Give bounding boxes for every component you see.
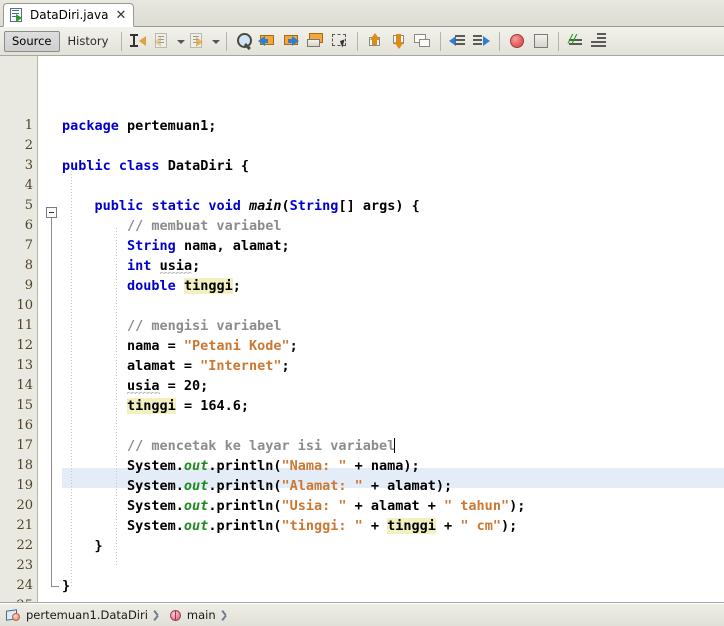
fold-toggle-line-5[interactable] bbox=[46, 207, 57, 218]
code-editor[interactable]: 1 2 3 4 5 6 7 8 9 10 11 12 13 14 15 16 1… bbox=[0, 56, 724, 603]
chevron-right-icon bbox=[153, 609, 164, 622]
code-line-5[interactable]: public static void main(String[] args) { bbox=[62, 196, 724, 216]
breadcrumb-class-label: pertemuan1.DataDiri bbox=[26, 608, 148, 622]
code-line-18[interactable]: System.out.println("Nama: " + nama); bbox=[62, 456, 724, 476]
back-navigation-icon[interactable] bbox=[152, 30, 174, 52]
breadcrumb-item-class[interactable]: pertemuan1.DataDiri bbox=[6, 608, 148, 622]
line-number: 17 bbox=[16, 438, 33, 453]
line-number: 10 bbox=[16, 298, 33, 313]
toolbar-separator bbox=[226, 31, 228, 51]
toolbar-separator bbox=[558, 31, 560, 51]
editor-tab-datadiri-java[interactable]: DataDiri.java ✕ bbox=[3, 3, 135, 27]
editor-tab-label: DataDiri.java bbox=[30, 8, 109, 22]
back-navigation-dropdown[interactable] bbox=[175, 30, 186, 52]
line-number: 6 bbox=[24, 218, 33, 233]
line-number: 1 bbox=[24, 118, 33, 133]
toolbar-separator bbox=[499, 31, 501, 51]
previous-error-icon[interactable] bbox=[364, 30, 386, 52]
line-number: 24 bbox=[16, 578, 33, 593]
shift-line-right-icon[interactable] bbox=[471, 30, 493, 52]
code-line-10[interactable] bbox=[62, 296, 724, 316]
tab-source[interactable]: Source bbox=[4, 30, 60, 52]
forward-navigation-dropdown[interactable] bbox=[210, 30, 221, 52]
java-file-icon bbox=[10, 7, 25, 23]
line-number: 9 bbox=[24, 278, 33, 293]
code-line-13[interactable]: alamat = "Internet"; bbox=[62, 356, 724, 376]
code-line-2[interactable] bbox=[62, 136, 724, 156]
code-line-3[interactable]: public class DataDiri { bbox=[62, 156, 724, 176]
code-line-12[interactable]: nama = "Petani Kode"; bbox=[62, 336, 724, 356]
forward-navigation-icon[interactable] bbox=[187, 30, 209, 52]
line-number: 16 bbox=[16, 418, 33, 433]
toggle-bookmark-icon[interactable] bbox=[305, 30, 327, 52]
toolbar-separator bbox=[440, 31, 442, 51]
editor-toolbar: Source History // bbox=[0, 27, 724, 56]
code-line-7[interactable]: String nama, alamat; bbox=[62, 236, 724, 256]
code-line-15[interactable]: tinggi = 164.6; bbox=[62, 396, 724, 416]
code-line-6[interactable]: // membuat variabel bbox=[62, 216, 724, 236]
code-line-21[interactable]: System.out.println("tinggi: " + tinggi +… bbox=[62, 516, 724, 536]
previous-bookmark-icon[interactable] bbox=[257, 30, 279, 52]
line-number: 7 bbox=[24, 238, 33, 253]
fold-line-foot bbox=[51, 586, 59, 587]
line-number: 15 bbox=[16, 398, 33, 413]
editor-tab-bar: DataDiri.java ✕ bbox=[0, 0, 724, 27]
line-number: 12 bbox=[16, 338, 33, 353]
line-number: 13 bbox=[16, 358, 33, 373]
code-line-24[interactable]: } bbox=[62, 576, 724, 596]
chevron-right-icon bbox=[221, 609, 232, 622]
line-number: 23 bbox=[16, 558, 33, 573]
toolbar-separator bbox=[357, 31, 359, 51]
line-number: 20 bbox=[16, 498, 33, 513]
stop-macro-recording-icon[interactable] bbox=[530, 30, 552, 52]
line-number: 18 bbox=[16, 458, 33, 473]
comment-icon[interactable]: // bbox=[565, 30, 587, 52]
code-line-14[interactable]: usia = 20; bbox=[62, 376, 724, 396]
line-number: 11 bbox=[16, 318, 33, 333]
code-line-8[interactable]: int usia; bbox=[62, 256, 724, 276]
shift-line-left-icon[interactable] bbox=[447, 30, 469, 52]
code-line-16[interactable] bbox=[62, 416, 724, 436]
rectangular-selection-icon[interactable] bbox=[329, 30, 351, 52]
code-line-4[interactable] bbox=[62, 176, 724, 196]
code-line-22[interactable]: } bbox=[62, 536, 724, 556]
next-error-icon[interactable] bbox=[388, 30, 410, 52]
breadcrumb-method-label: main bbox=[186, 608, 216, 622]
line-number: 5 bbox=[24, 198, 33, 213]
method-icon bbox=[169, 609, 182, 622]
breadcrumb-item-method[interactable]: main bbox=[169, 608, 216, 622]
code-line-11[interactable]: // mengisi variabel bbox=[62, 316, 724, 336]
line-number: 2 bbox=[24, 138, 33, 153]
tab-history[interactable]: History bbox=[60, 31, 117, 52]
breadcrumb: pertemuan1.DataDiri main bbox=[0, 603, 724, 626]
class-icon bbox=[6, 608, 21, 622]
code-line-20[interactable]: System.out.println("Usia: " + alamat + "… bbox=[62, 496, 724, 516]
line-number: 19 bbox=[16, 478, 33, 493]
code-line-19[interactable]: System.out.println("Alamat: " + alamat); bbox=[62, 476, 724, 496]
code-line-9[interactable]: double tinggi; bbox=[62, 276, 724, 296]
insert-caret-icon[interactable] bbox=[128, 30, 150, 52]
code-line-23[interactable] bbox=[62, 556, 724, 576]
line-number: 22 bbox=[16, 538, 33, 553]
fold-line bbox=[51, 218, 52, 586]
close-icon[interactable]: ✕ bbox=[115, 9, 126, 22]
uncomment-icon[interactable] bbox=[589, 30, 611, 52]
line-number: 4 bbox=[24, 178, 33, 193]
code-line-1[interactable]: package pertemuan1; bbox=[62, 116, 724, 136]
line-number: 25 bbox=[0, 596, 33, 602]
line-number: 3 bbox=[24, 158, 33, 173]
toggle-breakpoint-icon[interactable] bbox=[412, 30, 434, 52]
line-number: 14 bbox=[16, 378, 33, 393]
netbeans-editor-window: DataDiri.java ✕ Source History // 1 2 3 … bbox=[0, 0, 724, 626]
code-line-25[interactable] bbox=[62, 596, 724, 602]
find-selection-icon[interactable] bbox=[233, 30, 255, 52]
next-bookmark-icon[interactable] bbox=[281, 30, 303, 52]
start-macro-recording-icon[interactable] bbox=[506, 30, 528, 52]
line-number: 8 bbox=[24, 258, 33, 273]
toolbar-separator bbox=[121, 31, 123, 51]
line-number: 21 bbox=[16, 518, 33, 533]
code-line-17[interactable]: // mencetak ke layar isi variabel bbox=[62, 436, 724, 456]
